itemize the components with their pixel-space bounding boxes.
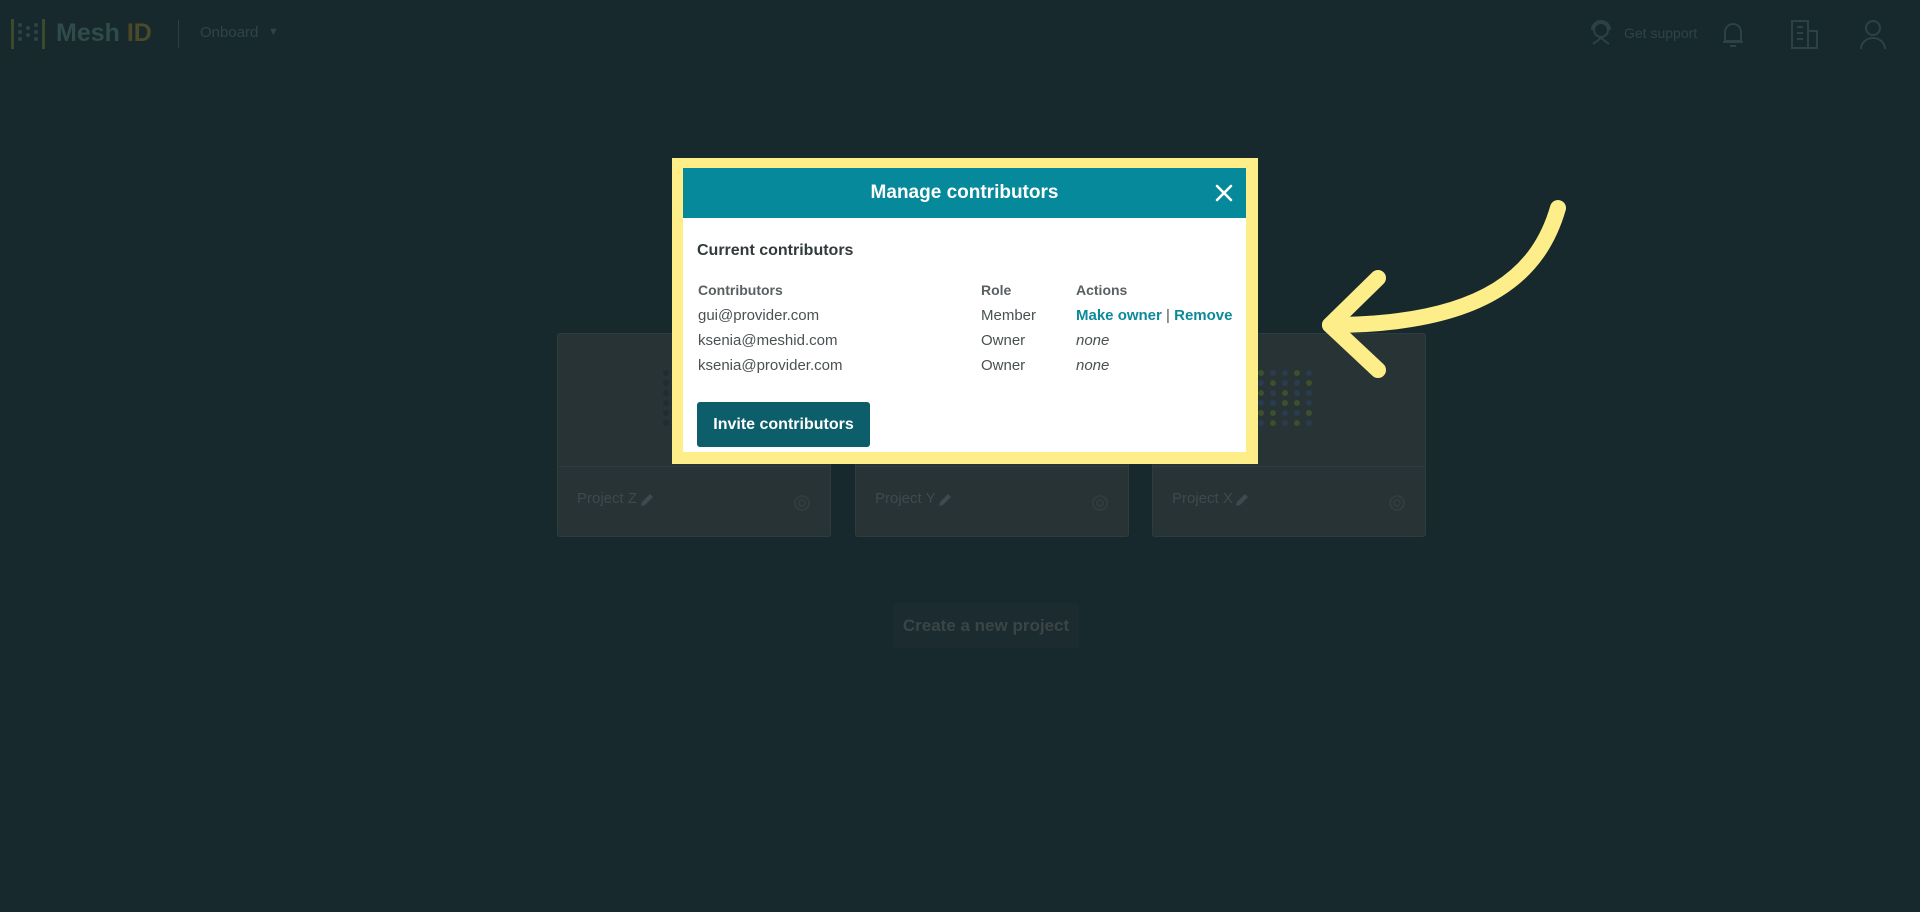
contributor-email: gui@provider.com — [698, 307, 820, 324]
pencil-icon[interactable] — [1234, 492, 1250, 508]
project-name: Project Z — [577, 490, 638, 507]
top-bar: Mesh ID Onboard ▼ Get support — [0, 0, 1920, 68]
contributor-email: ksenia@meshid.com — [698, 332, 838, 349]
project-name: Project X — [1172, 490, 1233, 507]
pencil-icon[interactable] — [937, 492, 953, 508]
contributor-actions: Make owner | Remove — [1076, 307, 1232, 324]
gear-icon[interactable] — [1090, 493, 1110, 513]
gear-icon[interactable] — [1387, 493, 1407, 513]
chevron-down-icon[interactable]: ▼ — [268, 26, 279, 38]
highlight-frame: Manage contributors Current contributors… — [672, 158, 1258, 464]
gear-icon[interactable] — [792, 493, 812, 513]
invite-contributors-button[interactable]: Invite contributors — [697, 402, 870, 447]
building-icon[interactable] — [1788, 17, 1820, 51]
get-support-link[interactable]: Get support — [1624, 25, 1697, 41]
column-header-actions: Actions — [1076, 282, 1128, 298]
mesh-logo-icon[interactable] — [10, 16, 46, 52]
column-header-contributors: Contributors — [698, 282, 783, 298]
manage-contributors-modal: Manage contributors Current contributors… — [683, 168, 1246, 452]
logo-main-text: Mesh — [56, 19, 120, 47]
contributor-role: Member — [981, 307, 1037, 324]
user-icon[interactable] — [1858, 17, 1888, 51]
org-select[interactable]: Onboard — [200, 24, 258, 41]
modal-header: Manage contributors — [683, 168, 1246, 218]
support-icon[interactable] — [1587, 18, 1615, 50]
close-icon[interactable] — [1212, 181, 1236, 205]
remove-link[interactable]: Remove — [1174, 307, 1232, 324]
column-header-role: Role — [981, 282, 1012, 298]
create-project-button[interactable]: Create a new project — [893, 603, 1079, 648]
make-owner-link[interactable]: Make owner — [1076, 307, 1162, 324]
actions-separator: | — [1166, 307, 1170, 324]
pencil-icon[interactable] — [639, 492, 655, 508]
contributor-actions-none: none — [1076, 332, 1110, 349]
topbar-divider — [178, 20, 179, 48]
contributor-actions-none: none — [1076, 357, 1110, 374]
contributor-email: ksenia@provider.com — [698, 357, 843, 374]
contributor-role: Owner — [981, 332, 1026, 349]
logo-text[interactable]: Mesh ID — [56, 19, 152, 48]
section-title: Current contributors — [697, 242, 854, 259]
project-name: Project Y — [875, 490, 936, 507]
modal-title: Manage contributors — [870, 182, 1059, 203]
logo-suffix-text: ID — [126, 19, 152, 47]
annotation-arrow-icon — [1322, 200, 1566, 378]
contributor-role: Owner — [981, 357, 1026, 374]
bell-icon[interactable] — [1718, 18, 1748, 50]
